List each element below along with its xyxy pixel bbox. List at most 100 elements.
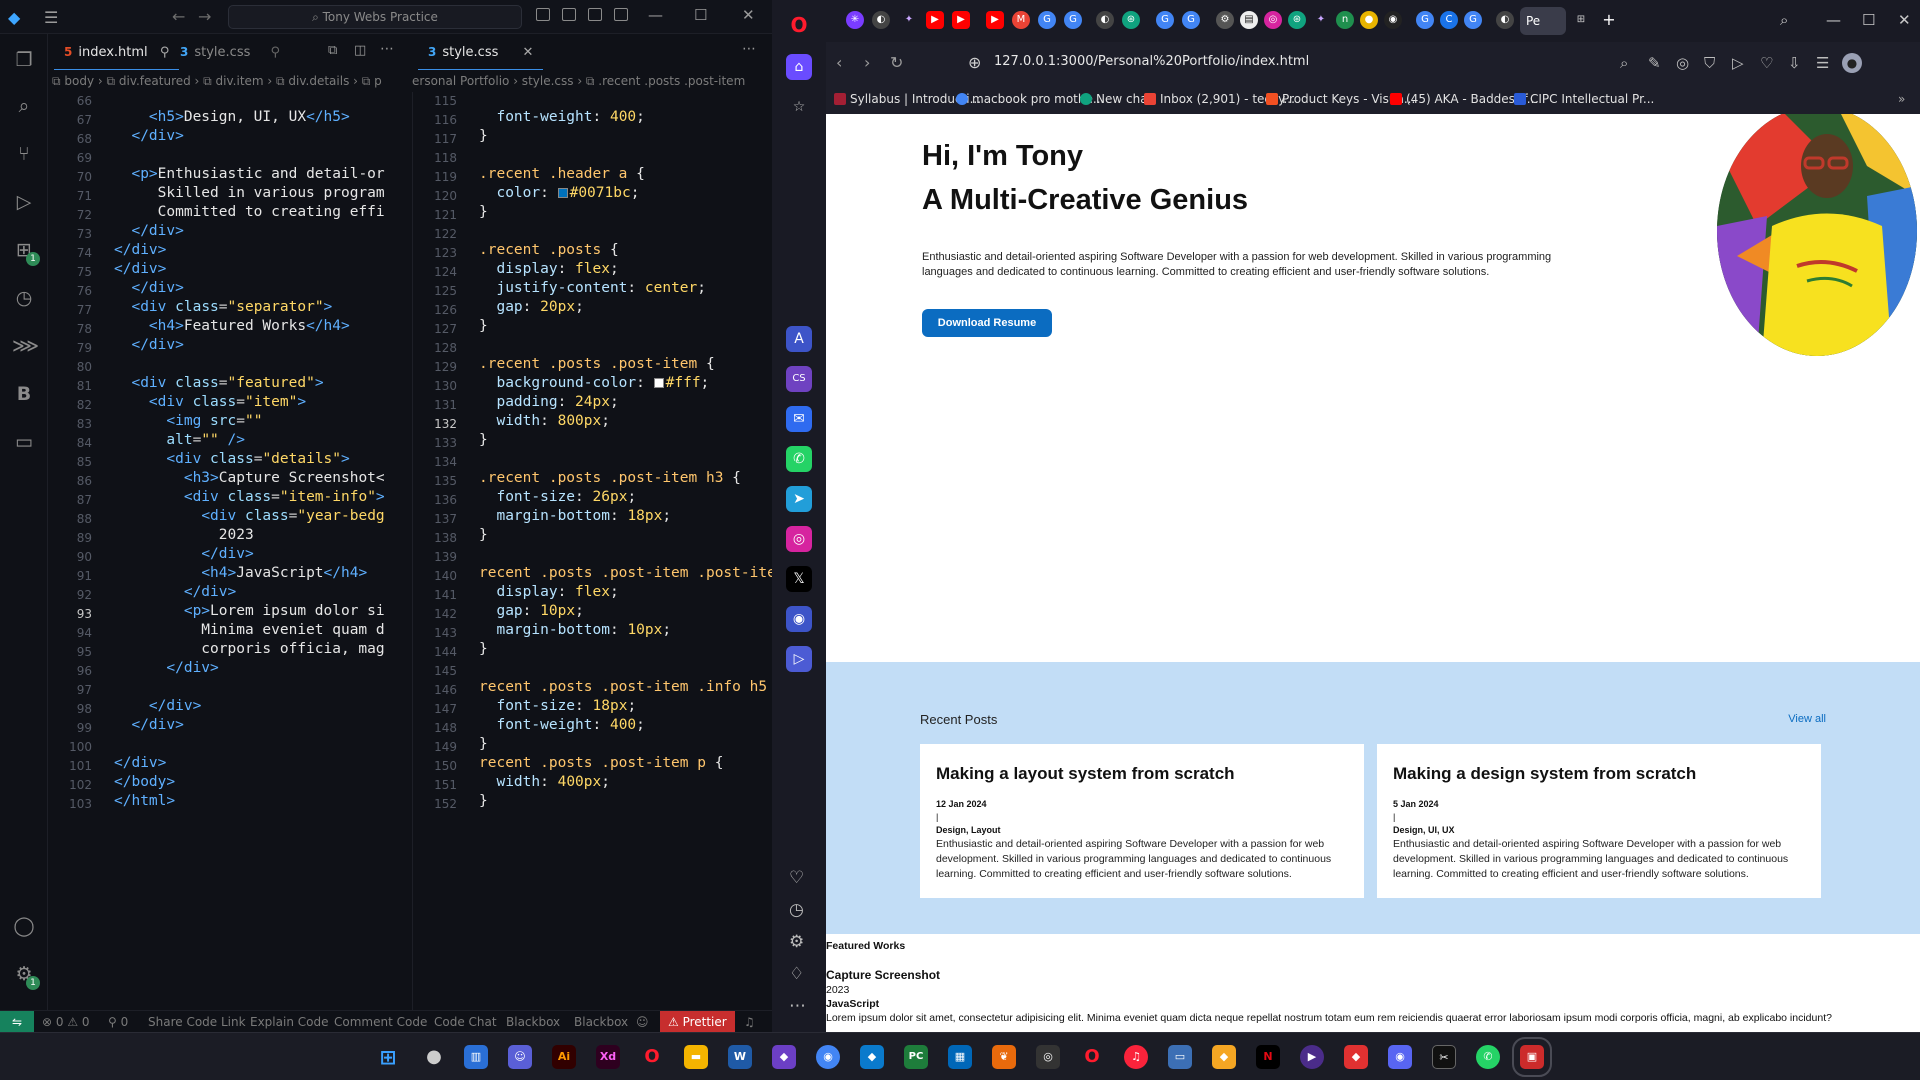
tab-icon[interactable]: C bbox=[1440, 11, 1458, 29]
start-icon[interactable]: ⊞ bbox=[376, 1045, 400, 1069]
favorites-heart-icon[interactable]: ♡ bbox=[789, 868, 804, 888]
heart-icon[interactable]: ♡ bbox=[1760, 54, 1773, 72]
chatgpt-tab-icon[interactable]: ⊛ bbox=[1122, 11, 1140, 29]
maximize-icon[interactable]: ☐ bbox=[1862, 11, 1875, 29]
download-icon[interactable]: ⇩ bbox=[1788, 54, 1801, 72]
google-tab-icon[interactable]: G bbox=[1416, 11, 1434, 29]
breadcrumb-right[interactable]: ersonal Portfolio › style.css › ⧉ .recen… bbox=[412, 70, 772, 92]
visual-studio-icon[interactable]: ◆ bbox=[772, 1045, 796, 1069]
post-title[interactable]: Making a layout system from scratch bbox=[936, 764, 1348, 784]
forward-arrow-icon[interactable]: → bbox=[198, 7, 211, 26]
post-card[interactable]: Making a design system from scratch 5 Ja… bbox=[1377, 744, 1821, 898]
youtube-tab-icon[interactable]: ▶ bbox=[986, 11, 1004, 29]
store-icon[interactable]: ▦ bbox=[948, 1045, 972, 1069]
google-tab-icon[interactable]: G bbox=[1038, 11, 1056, 29]
bookmark-item[interactable]: New chat bbox=[1080, 92, 1152, 106]
split-editor-icon[interactable]: ⧉ bbox=[328, 43, 337, 58]
search-icon[interactable]: ● bbox=[422, 1045, 446, 1069]
more-icon[interactable]: ⋯ bbox=[789, 996, 806, 1016]
messenger-icon[interactable]: ✉ bbox=[786, 406, 812, 432]
tab-icon[interactable]: n bbox=[1336, 11, 1354, 29]
comment-code[interactable]: Comment Code bbox=[334, 1011, 427, 1032]
extensions-icon[interactable]: ⊞ 1 bbox=[12, 238, 40, 266]
edit-icon[interactable]: ✎ bbox=[1648, 54, 1661, 72]
music-icon[interactable]: ♫ bbox=[1124, 1045, 1148, 1069]
anydesk-icon[interactable]: ◆ bbox=[1344, 1045, 1368, 1069]
explorer-icon[interactable]: ❐ bbox=[12, 48, 36, 72]
git-icon[interactable]: ◆ bbox=[1212, 1045, 1236, 1069]
doc-tab-icon[interactable]: ▤ bbox=[1240, 11, 1258, 29]
new-tab-icon[interactable]: + bbox=[1600, 11, 1618, 29]
active-tab[interactable]: Pe bbox=[1520, 7, 1566, 35]
blackbox-status-2[interactable]: Blackbox bbox=[574, 1011, 628, 1032]
customize-layout-icon[interactable] bbox=[614, 8, 628, 21]
code-chat[interactable]: Code Chat bbox=[434, 1011, 497, 1032]
discord-icon[interactable]: ◉ bbox=[786, 606, 812, 632]
history-icon[interactable]: ◷ bbox=[789, 900, 804, 920]
minimize-icon[interactable]: — bbox=[648, 6, 663, 24]
pin-icon[interactable]: ⚲ bbox=[160, 45, 170, 60]
tab-style-css-left[interactable]: 3 style.css ⚲ bbox=[170, 34, 290, 70]
telegram-icon[interactable]: ➤ bbox=[786, 486, 812, 512]
easy-setup-icon[interactable]: ☰ bbox=[1816, 54, 1829, 72]
task-view-icon[interactable]: ▥ bbox=[464, 1045, 488, 1069]
fl-studio-icon[interactable]: ❦ bbox=[992, 1045, 1016, 1069]
forward-icon[interactable]: › bbox=[864, 53, 870, 72]
settings-gear-icon[interactable]: ⚙ 1 bbox=[12, 962, 40, 990]
profile-avatar-icon[interactable]: ● bbox=[1842, 53, 1862, 73]
x-twitter-icon[interactable]: 𝕏 bbox=[786, 566, 812, 592]
tab-icon[interactable]: ● bbox=[1360, 11, 1378, 29]
blackbox-icon[interactable]: B bbox=[12, 382, 36, 406]
tips-bulb-icon[interactable]: ♢ bbox=[789, 964, 804, 984]
pinboard-icon[interactable]: ☆ bbox=[786, 94, 812, 120]
home-icon[interactable]: ⌂ bbox=[786, 54, 812, 80]
menu-icon[interactable]: ☰ bbox=[44, 8, 58, 27]
chatgpt-tab-icon[interactable]: ⊛ bbox=[1288, 11, 1306, 29]
toggle-panel-icon[interactable] bbox=[562, 8, 576, 21]
notifications-icon[interactable]: ♫ bbox=[744, 1011, 755, 1032]
chat-icon[interactable]: ☺ bbox=[508, 1045, 532, 1069]
shield-icon[interactable]: ⛉ bbox=[1704, 54, 1715, 72]
tab-icon[interactable]: ◐ bbox=[872, 11, 890, 29]
opera-logo-icon[interactable]: O bbox=[786, 12, 812, 38]
breadcrumb-left[interactable]: ⧉ body › ⧉ div.featured › ⧉ div.item › ⧉… bbox=[52, 70, 412, 92]
ports-indicator[interactable]: ⚲ 0 bbox=[108, 1011, 128, 1032]
aria-icon[interactable]: A bbox=[786, 326, 812, 352]
google-tab-icon[interactable]: G bbox=[1182, 11, 1200, 29]
google-tab-icon[interactable]: G bbox=[1464, 11, 1482, 29]
split-right-icon[interactable]: ◫ bbox=[354, 43, 366, 58]
player-icon[interactable]: ▷ bbox=[786, 646, 812, 672]
whatsapp-icon[interactable]: ✆ bbox=[1476, 1045, 1500, 1069]
maximize-icon[interactable]: ☐ bbox=[694, 6, 707, 24]
opera-gx-icon[interactable]: O bbox=[1080, 1045, 1104, 1069]
source-control-icon[interactable]: ⑂ bbox=[12, 142, 36, 166]
post-card[interactable]: Making a layout system from scratch 12 J… bbox=[920, 744, 1364, 898]
account-icon[interactable]: ◯ bbox=[12, 914, 36, 938]
google-tab-icon[interactable]: G bbox=[1064, 11, 1082, 29]
instagram-icon[interactable]: ◎ bbox=[786, 526, 812, 552]
remote-icon[interactable]: ⇋ bbox=[0, 1011, 34, 1032]
minimize-icon[interactable]: — bbox=[1826, 11, 1841, 29]
google-tab-icon[interactable]: G bbox=[1156, 11, 1174, 29]
xd-icon[interactable]: Xd bbox=[596, 1045, 620, 1069]
word-icon[interactable]: W bbox=[728, 1045, 752, 1069]
tab-icon[interactable]: ◐ bbox=[1096, 11, 1114, 29]
editor-style-css[interactable]: 115 116 117 118 119 120 121 122 123 124 125 126 127 1… bbox=[412, 92, 772, 1010]
problems-indicator[interactable]: ⊗ 0 ⚠ 0 bbox=[42, 1011, 90, 1032]
tab-icon[interactable]: ✦ bbox=[1312, 11, 1330, 29]
remote-desktop-icon[interactable]: ▭ bbox=[1168, 1045, 1192, 1069]
live-share-icon[interactable]: ⋙ bbox=[12, 334, 39, 358]
search-icon[interactable]: ⌕ bbox=[12, 94, 36, 118]
github-tab-icon[interactable]: ◉ bbox=[1384, 11, 1402, 29]
tab-icon[interactable]: ✦ bbox=[900, 11, 918, 29]
toggle-sidebar-icon[interactable] bbox=[536, 8, 550, 21]
reload-icon[interactable]: ↻ bbox=[890, 53, 903, 72]
search-tabs-icon[interactable]: ⌕ bbox=[1780, 11, 1788, 29]
tab-icon[interactable]: ◐ bbox=[1496, 11, 1514, 29]
settings-tab-icon[interactable]: ⚙ bbox=[1216, 11, 1234, 29]
share-code-link[interactable]: Share Code Link bbox=[148, 1011, 246, 1032]
pin-icon[interactable]: ⚲ bbox=[271, 45, 281, 60]
search-icon[interactable]: ⌕ bbox=[1620, 54, 1628, 72]
close-icon[interactable]: ✕ bbox=[1898, 11, 1911, 29]
bookmark-item[interactable]: CIPC Intellectual Pr... bbox=[1514, 92, 1654, 106]
